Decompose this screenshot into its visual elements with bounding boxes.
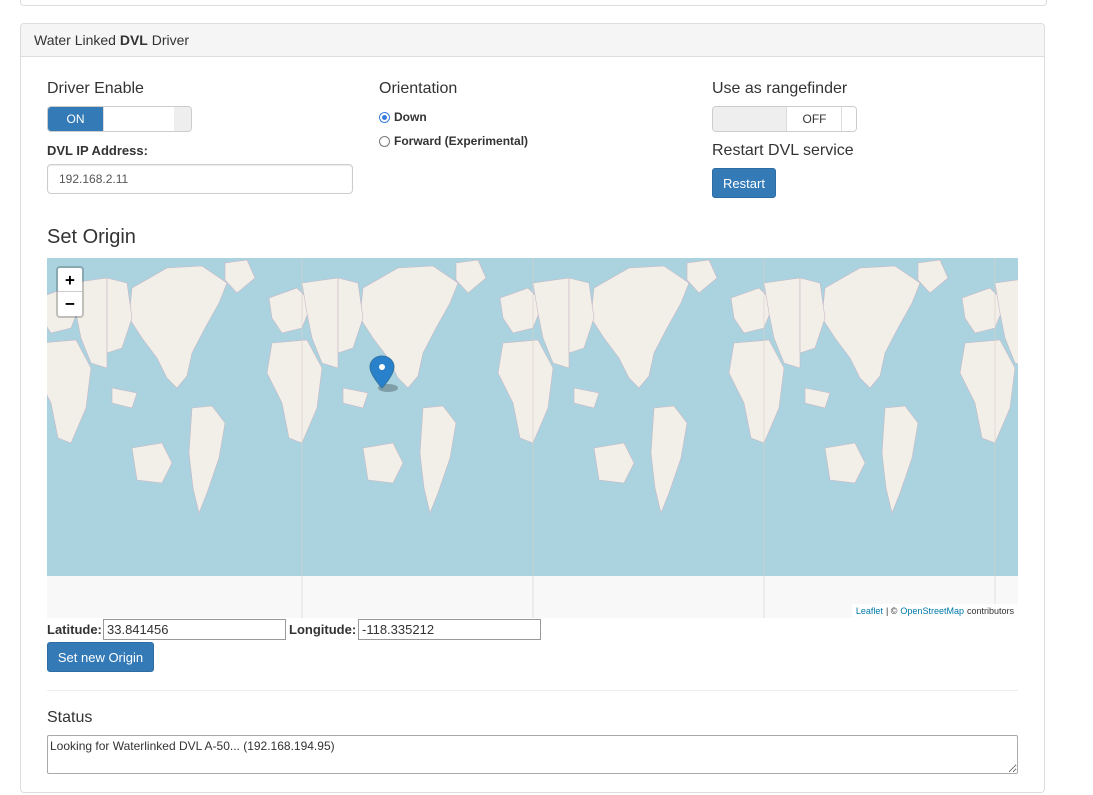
radio-forward[interactable] [379, 135, 390, 147]
rangefinder-label: Use as rangefinder [712, 80, 848, 97]
set-new-origin-button[interactable]: Set new Origin [47, 642, 154, 672]
map-tiles [47, 258, 1018, 618]
toggle-track [713, 107, 786, 131]
driver-enable-label: Driver Enable [47, 80, 144, 97]
ip-address-label: DVL IP Address: [47, 143, 148, 158]
toggle-handle [103, 107, 175, 131]
restart-button[interactable]: Restart [712, 168, 776, 198]
restart-label: Restart DVL service [712, 142, 854, 159]
origin-map[interactable] [47, 258, 1018, 618]
previous-panel [20, 0, 1047, 6]
driver-enable-toggle[interactable]: ON [47, 106, 192, 132]
divider [47, 690, 1018, 691]
orientation-label: Orientation [379, 80, 458, 97]
zoom-out-button[interactable]: − [58, 292, 82, 315]
orientation-down-label: Down [394, 110, 427, 124]
status-textarea[interactable]: Looking for Waterlinked DVL A-50... (192… [47, 735, 1018, 774]
panel-title-suffix: Driver [147, 32, 190, 48]
status-label: Status [47, 709, 93, 726]
panel-title-prefix: Water Linked [34, 32, 120, 48]
zoom-in-button[interactable]: + [58, 268, 82, 292]
toggle-handle [841, 107, 856, 131]
zoom-control: + − [56, 266, 84, 318]
rangefinder-toggle[interactable]: OFF [712, 106, 857, 132]
attribution-suffix: contributors [966, 606, 1014, 616]
panel-heading: Water Linked DVL Driver [21, 24, 1044, 57]
map-attribution: Leaflet | © OpenStreetMap contributors [851, 604, 1018, 618]
set-origin-title: Set Origin [47, 226, 136, 248]
toggle-off-stub [174, 107, 191, 131]
latitude-input[interactable] [103, 619, 286, 640]
orientation-option-down[interactable]: Down [379, 110, 427, 124]
toggle-on-label: ON [48, 107, 103, 131]
latitude-label: Latitude: [47, 622, 102, 637]
leaflet-link[interactable]: Leaflet [856, 604, 883, 618]
toggle-off-label: OFF [786, 107, 842, 131]
openstreetmap-link[interactable]: OpenStreetMap [900, 604, 964, 618]
longitude-label: Longitude: [289, 622, 357, 637]
attribution-separator: | © [885, 606, 898, 616]
orientation-option-forward[interactable]: Forward (Experimental) [379, 134, 528, 148]
panel-title-bold: DVL [119, 32, 148, 48]
ip-address-input[interactable] [47, 164, 353, 194]
orientation-forward-label: Forward (Experimental) [394, 134, 529, 148]
radio-down[interactable] [379, 111, 390, 123]
map-marker-icon[interactable] [368, 355, 402, 395]
longitude-input[interactable] [358, 619, 541, 640]
